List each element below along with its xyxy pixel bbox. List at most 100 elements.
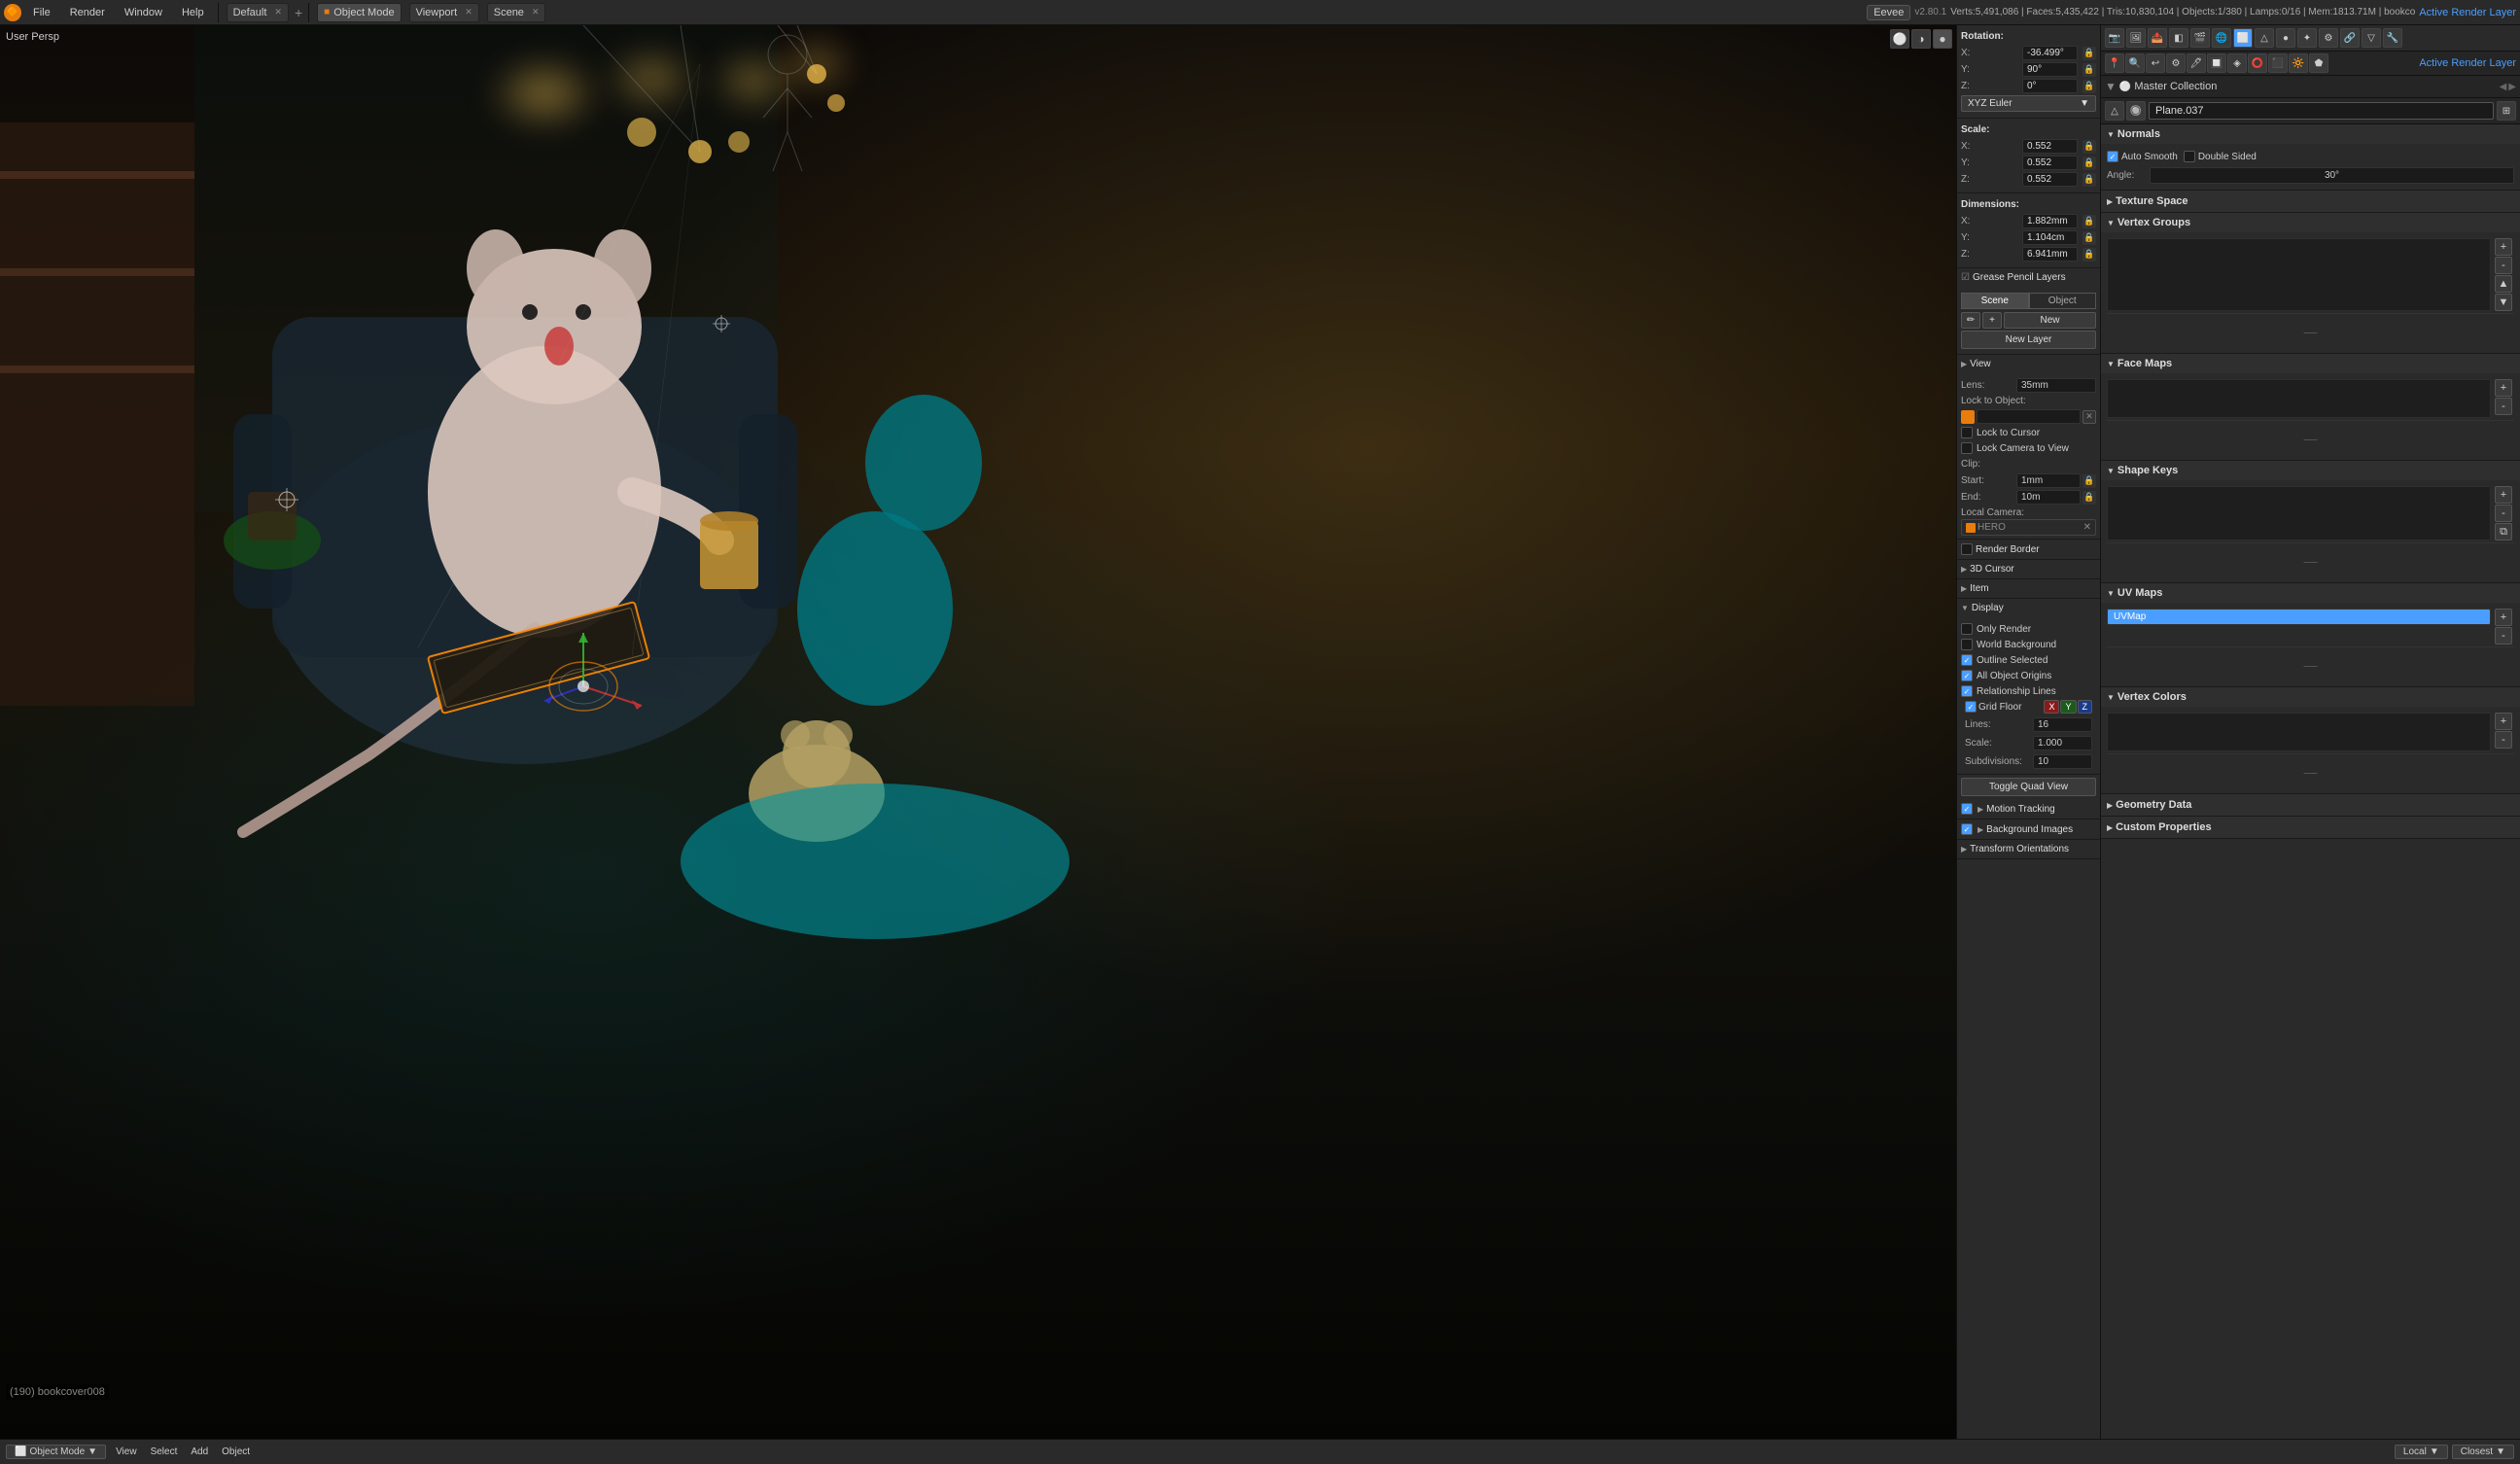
plane-select-icon[interactable]: 🔘: [2126, 101, 2146, 121]
texture-space-section[interactable]: ▶ Texture Space: [2101, 191, 2520, 213]
clip-start-value[interactable]: 1mm: [2016, 473, 2081, 488]
world-bg-row[interactable]: World Background: [1961, 638, 2096, 651]
lock-camera-checkbox[interactable]: [1961, 442, 1973, 454]
render-border-header[interactable]: Render Border: [1957, 540, 2100, 559]
lock-obj-field[interactable]: [1977, 409, 2081, 424]
toolbar-icon-9[interactable]: ⬛: [2268, 53, 2288, 73]
toolbar-icon-2[interactable]: 🔍: [2125, 53, 2145, 73]
shape-key-add-btn[interactable]: +: [2495, 486, 2512, 504]
angle-value[interactable]: 30°: [2150, 167, 2514, 184]
viewport-shading-material[interactable]: ◑: [1911, 29, 1931, 49]
view-icon[interactable]: 📷: [2105, 28, 2124, 48]
grease-pencil-icon-btn[interactable]: ✏: [1961, 312, 1980, 329]
world-icon[interactable]: 🌐: [2212, 28, 2231, 48]
collection-left-arrow[interactable]: ◀: [2500, 82, 2507, 92]
vertex-color-remove-btn[interactable]: -: [2495, 731, 2512, 749]
dim-y-value[interactable]: 1.104cm: [2022, 230, 2078, 245]
close-scene-icon[interactable]: ✕: [532, 7, 540, 17]
normals-header[interactable]: ▼ Normals: [2101, 124, 2520, 144]
rotation-z-value[interactable]: 0°: [2022, 79, 2078, 93]
rotation-x-value[interactable]: -36.499°: [2022, 46, 2078, 60]
grid-z-btn[interactable]: Z: [2078, 700, 2093, 714]
display-header[interactable]: ▼ Display: [1957, 599, 2100, 617]
local-camera-value[interactable]: HERO ✕: [1961, 519, 2096, 536]
outline-selected-checkbox[interactable]: ✓: [1961, 654, 1973, 666]
scale-y-value[interactable]: 0.552: [2022, 156, 2078, 170]
toolbar-icon-10[interactable]: 🔆: [2289, 53, 2308, 73]
rotation-x-lock[interactable]: 🔒: [2082, 47, 2096, 60]
scale-z-value[interactable]: 0.552: [2022, 172, 2078, 187]
editor-tab-viewport2[interactable]: Viewport ✕: [409, 3, 479, 22]
close-tab-icon[interactable]: ✕: [465, 7, 472, 17]
menu-render[interactable]: Render: [62, 5, 113, 20]
scale-z-lock[interactable]: 🔒: [2082, 173, 2096, 187]
item-header[interactable]: ▶ Item: [1957, 579, 2100, 598]
grid-y-btn[interactable]: Y: [2060, 700, 2076, 714]
vertex-color-add-btn[interactable]: +: [2495, 713, 2512, 730]
clip-end-lock[interactable]: 🔒: [2082, 491, 2096, 505]
shape-keys-header[interactable]: ▼ Shape Keys: [2101, 461, 2520, 480]
relationship-lines-checkbox[interactable]: ✓: [1961, 685, 1973, 697]
lines-value[interactable]: 16: [2033, 717, 2092, 732]
viewport-shading-solid[interactable]: ⚪: [1890, 29, 1909, 49]
shape-key-copy-btn[interactable]: ⧉: [2495, 523, 2512, 540]
rotation-mode-dropdown[interactable]: XYZ Euler ▼: [1961, 95, 2096, 112]
tab-object[interactable]: Object: [2029, 293, 2097, 309]
outline-selected-row[interactable]: ✓ Outline Selected: [1961, 653, 2096, 667]
grease-new-btn[interactable]: New: [2004, 312, 2096, 329]
clip-start-lock[interactable]: 🔒: [2082, 474, 2096, 488]
auto-smooth-checkbox[interactable]: ✓: [2107, 151, 2118, 162]
lock-camera-row[interactable]: Lock Camera to View: [1961, 441, 2096, 455]
dim-z-value[interactable]: 6.941mm: [2022, 247, 2078, 261]
close-workspace-icon[interactable]: ✕: [274, 7, 282, 17]
custom-properties-section[interactable]: ▶ Custom Properties: [2101, 817, 2520, 839]
lock-obj-clear-icon[interactable]: ✕: [2082, 410, 2096, 424]
particles-icon[interactable]: ✦: [2297, 28, 2317, 48]
dim-z-lock[interactable]: 🔒: [2082, 248, 2096, 261]
menu-help[interactable]: Help: [174, 5, 212, 20]
toolbar-icon-11[interactable]: ⬟: [2309, 53, 2328, 73]
rotation-y-value[interactable]: 90°: [2022, 62, 2078, 77]
bottom-select[interactable]: Select: [147, 1447, 182, 1457]
toolbar-icon-7[interactable]: ◈: [2227, 53, 2247, 73]
toolbar-icon-5[interactable]: 🖊: [2187, 53, 2206, 73]
viewport-shading-rendered[interactable]: ●: [1933, 29, 1952, 49]
only-render-checkbox[interactable]: [1961, 623, 1973, 635]
constraints-icon[interactable]: 🔗: [2340, 28, 2360, 48]
all-obj-origins-row[interactable]: ✓ All Object Origins: [1961, 669, 2096, 682]
uv-map-add-btn[interactable]: +: [2495, 609, 2512, 626]
face-maps-header[interactable]: ▼ Face Maps: [2101, 354, 2520, 373]
face-map-add-btn[interactable]: +: [2495, 379, 2512, 397]
rotation-y-lock[interactable]: 🔒: [2082, 63, 2096, 77]
scale-y-lock[interactable]: 🔒: [2082, 157, 2096, 170]
vertex-groups-header[interactable]: ▼ Vertex Groups: [2101, 213, 2520, 232]
motion-tracking-checkbox[interactable]: ✓: [1961, 803, 1973, 815]
toolbar-icon-1[interactable]: 📍: [2105, 53, 2124, 73]
transform-selector[interactable]: Local ▼: [2395, 1445, 2448, 1459]
geometry-data-section[interactable]: ▶ Geometry Data: [2101, 794, 2520, 817]
grid-x-btn[interactable]: X: [2044, 700, 2059, 714]
modifiers-icon[interactable]: 🔧: [2383, 28, 2402, 48]
grease-pencil-header[interactable]: ☑ Grease Pencil Layers: [1957, 268, 2100, 287]
motion-tracking-header[interactable]: ✓ ▶ Motion Tracking: [1957, 799, 2100, 819]
vertex-group-up-btn[interactable]: ▲: [2495, 275, 2512, 293]
rotation-z-lock[interactable]: 🔒: [2082, 80, 2096, 93]
face-map-remove-btn[interactable]: -: [2495, 398, 2512, 415]
only-render-row[interactable]: Only Render: [1961, 622, 2096, 636]
scene-tab[interactable]: Scene ✕: [487, 3, 546, 22]
uv-map-name[interactable]: UVMap: [2107, 609, 2491, 625]
engine-selector[interactable]: Eevee: [1867, 5, 1910, 20]
bottom-view[interactable]: View: [112, 1447, 141, 1457]
dim-x-lock[interactable]: 🔒: [2082, 215, 2096, 228]
toolbar-icon-3[interactable]: ↩: [2146, 53, 2165, 73]
toolbar-icon-6[interactable]: 🔲: [2207, 53, 2226, 73]
cursor-3d-header[interactable]: ▶ 3D Cursor: [1957, 560, 2100, 578]
tab-scene[interactable]: Scene: [1961, 293, 2029, 309]
dim-x-value[interactable]: 1.882mm: [2022, 214, 2078, 228]
scale-x-lock[interactable]: 🔒: [2082, 140, 2096, 154]
menu-file[interactable]: File: [25, 5, 58, 20]
physics-icon[interactable]: ⚙: [2319, 28, 2338, 48]
material-icon[interactable]: ●: [2276, 28, 2295, 48]
shape-key-remove-btn[interactable]: -: [2495, 505, 2512, 522]
vertex-colors-header[interactable]: ▼ Vertex Colors: [2101, 687, 2520, 707]
